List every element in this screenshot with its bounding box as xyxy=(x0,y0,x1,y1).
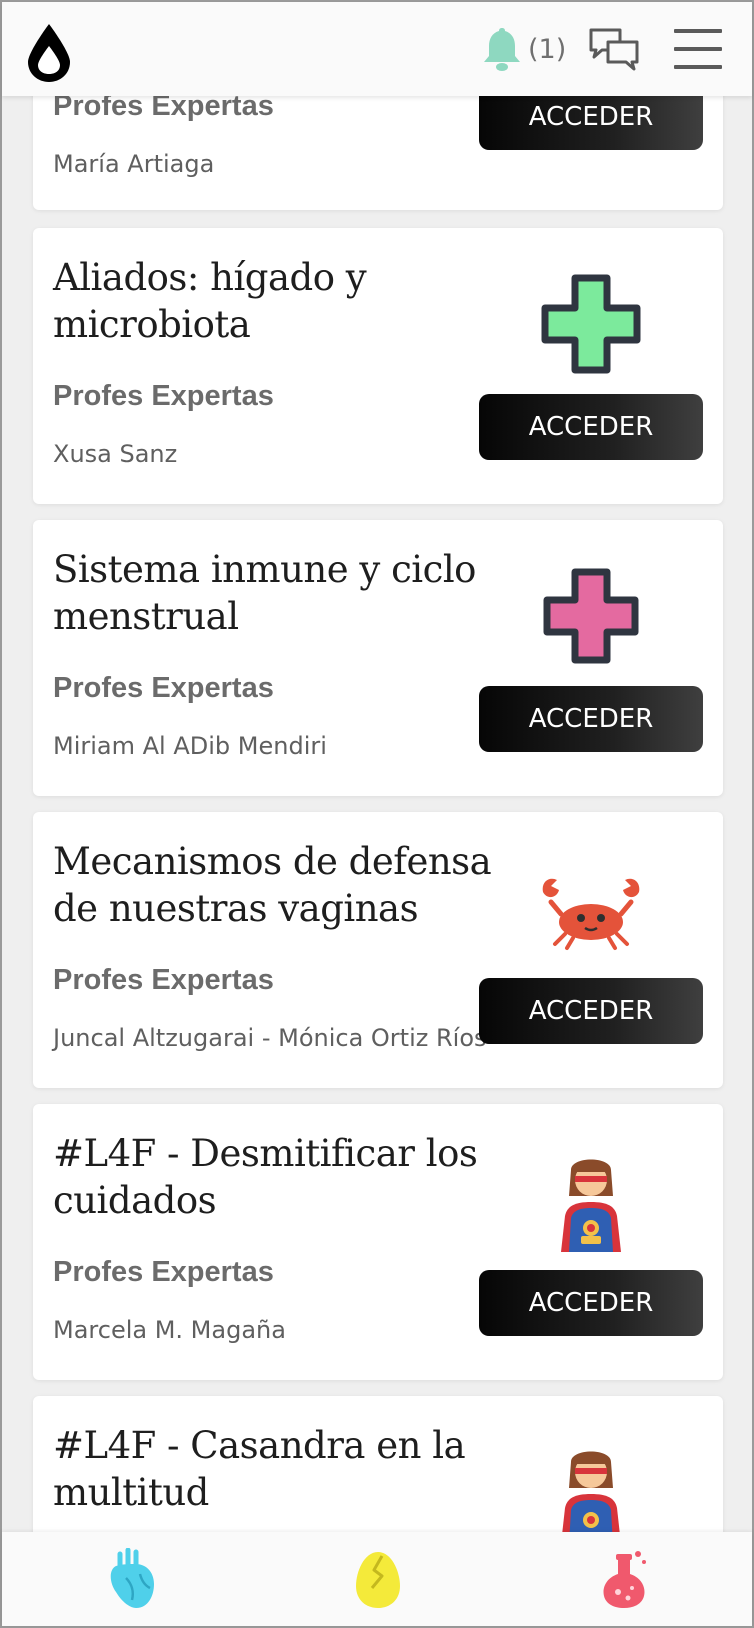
bell-icon[interactable] xyxy=(482,26,522,72)
course-card: Aliados: hígado y microbiota Profes Expe… xyxy=(33,228,723,504)
course-title[interactable]: #L4F - Casandra en la multitud xyxy=(53,1422,493,1516)
hamburger-menu-icon[interactable] xyxy=(674,29,726,69)
course-card: #L4F - Desmitificar los cuidados Profes … xyxy=(33,1104,723,1380)
cracked-egg-icon[interactable] xyxy=(352,1548,404,1610)
course-card: Sistema inmune y ciclo menstrual Profes … xyxy=(33,520,723,796)
flask-icon[interactable] xyxy=(598,1548,650,1610)
course-author: Juncal Altzugarai - Mónica Ortiz Ríos xyxy=(53,1024,487,1052)
course-title[interactable]: Aliados: hígado y microbiota xyxy=(53,254,493,348)
course-list[interactable]: Profes Expertas María Artiaga ACCEDER Al… xyxy=(2,2,752,1532)
bottom-nav xyxy=(2,1532,752,1626)
pink-cross-icon xyxy=(543,568,639,664)
course-card: #L4F - Casandra en la multitud xyxy=(33,1396,723,1532)
course-category: Profes Expertas xyxy=(53,380,274,412)
top-bar: (1) xyxy=(2,2,752,96)
superhero-woman-icon xyxy=(561,1159,621,1252)
crab-icon xyxy=(542,878,640,950)
course-title[interactable]: Mecanismos de defensa de nuestras vagina… xyxy=(53,838,503,932)
course-title[interactable]: #L4F - Desmitificar los cuidados xyxy=(53,1130,493,1224)
access-button[interactable]: ACCEDER xyxy=(479,686,703,752)
access-button[interactable]: ACCEDER xyxy=(479,978,703,1044)
notification-count[interactable]: (1) xyxy=(528,34,566,65)
course-title[interactable]: Sistema inmune y ciclo menstrual xyxy=(53,546,493,640)
access-button[interactable]: ACCEDER xyxy=(479,394,703,460)
course-author: Miriam Al ADib Mendiri xyxy=(53,732,327,760)
course-category: Profes Expertas xyxy=(53,964,274,996)
green-cross-icon xyxy=(541,274,641,374)
anatomical-heart-icon[interactable] xyxy=(106,1548,158,1610)
course-category: Profes Expertas xyxy=(53,1256,274,1288)
course-category: Profes Expertas xyxy=(53,672,274,704)
superhero-woman-icon xyxy=(562,1451,620,1532)
access-button[interactable]: ACCEDER xyxy=(479,1270,703,1336)
course-author: Marcela M. Magaña xyxy=(53,1316,286,1344)
chat-bubbles-icon[interactable] xyxy=(588,26,640,72)
course-author: María Artiaga xyxy=(53,150,215,178)
drop-icon[interactable] xyxy=(24,22,74,84)
course-card: Mecanismos de defensa de nuestras vagina… xyxy=(33,812,723,1088)
course-author: Xusa Sanz xyxy=(53,440,178,468)
